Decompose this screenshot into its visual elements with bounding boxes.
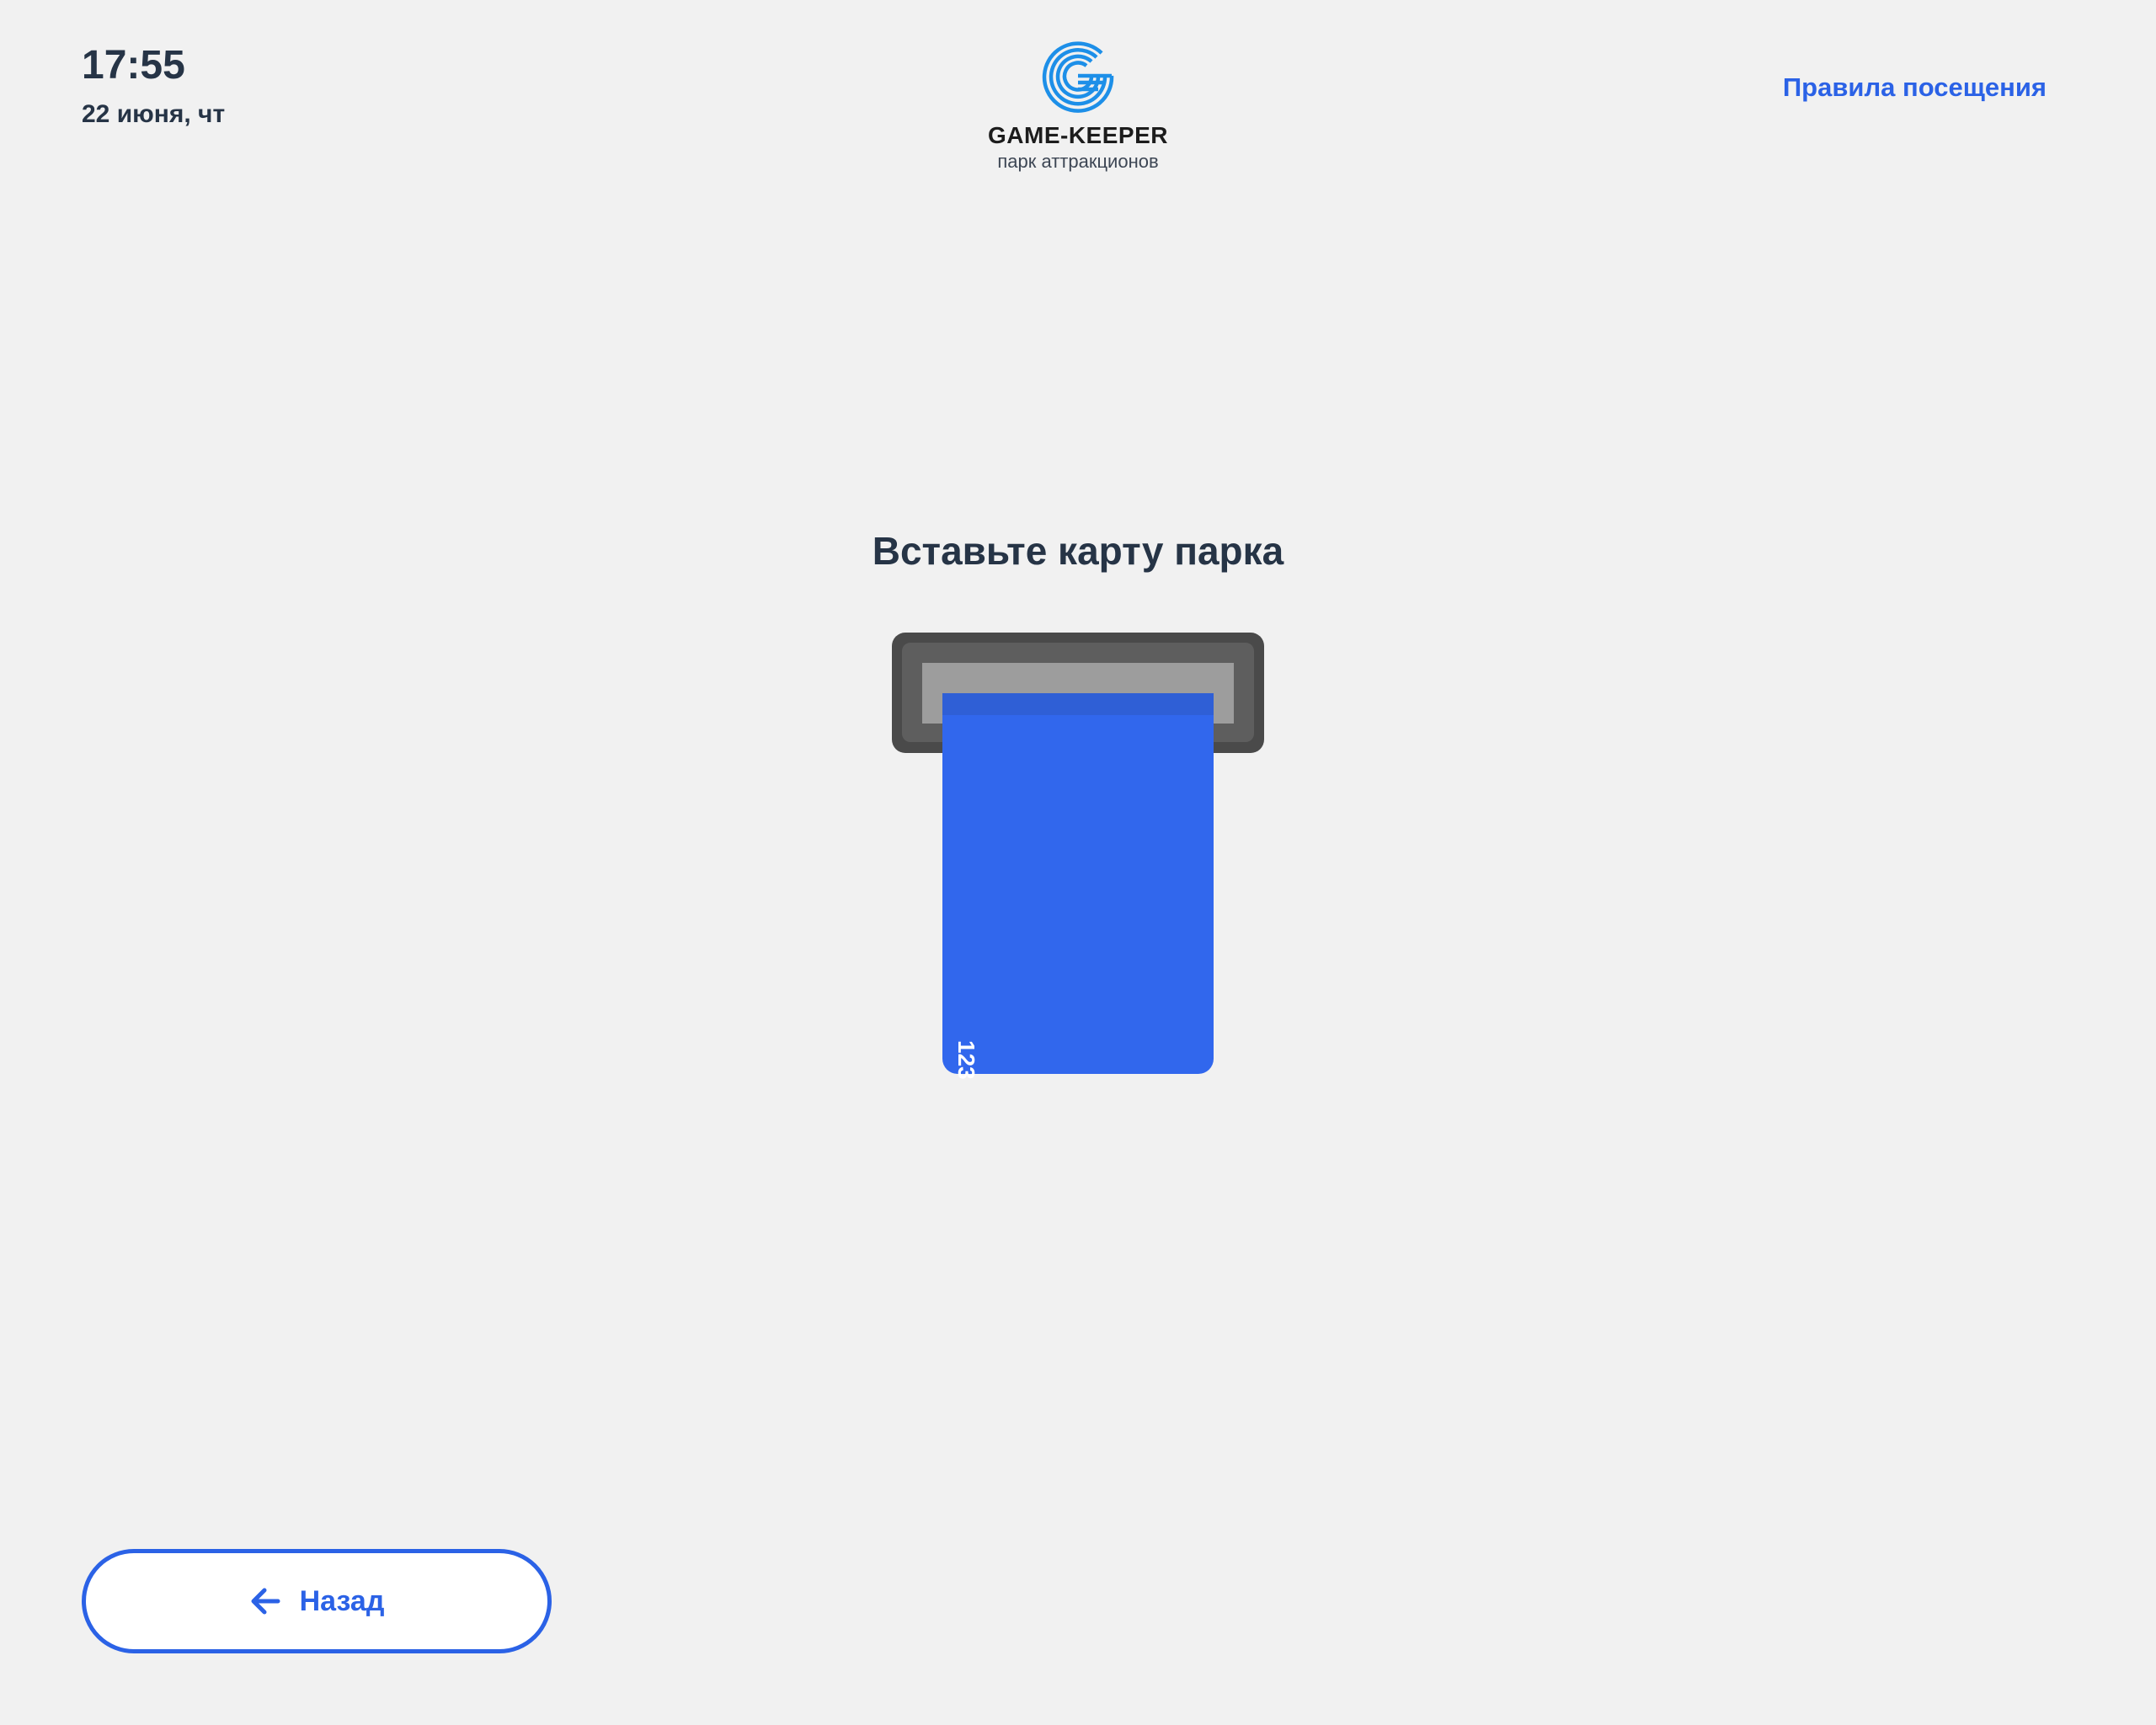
logo-name: GAME-KEEPER	[988, 122, 1168, 148]
park-logo: GAME-KEEPER парк аттракционов	[910, 37, 1246, 174]
clock-date: 22 июня, чт	[82, 100, 226, 128]
arrow-left-icon	[251, 1588, 280, 1615]
game-keeper-g-logo-icon	[1042, 41, 1114, 113]
clock-time: 17:55	[82, 43, 185, 88]
logo-subtitle: парк аттракционов	[997, 151, 1159, 172]
insert-card-instruction: Вставьте карту парка	[872, 529, 1284, 573]
back-button-label: Назад	[299, 1585, 385, 1617]
clock: 17:55 22 июня, чт	[82, 40, 225, 130]
park-card-icon: 123	[942, 693, 1214, 1080]
card-reader-illustration: 123	[892, 633, 1264, 1080]
park-card-number: 123	[953, 1040, 979, 1080]
back-button[interactable]: Назад	[82, 1549, 552, 1653]
park-card-shadow	[942, 693, 1214, 715]
visit-rules-link[interactable]: Правила посещения	[1783, 71, 2047, 104]
